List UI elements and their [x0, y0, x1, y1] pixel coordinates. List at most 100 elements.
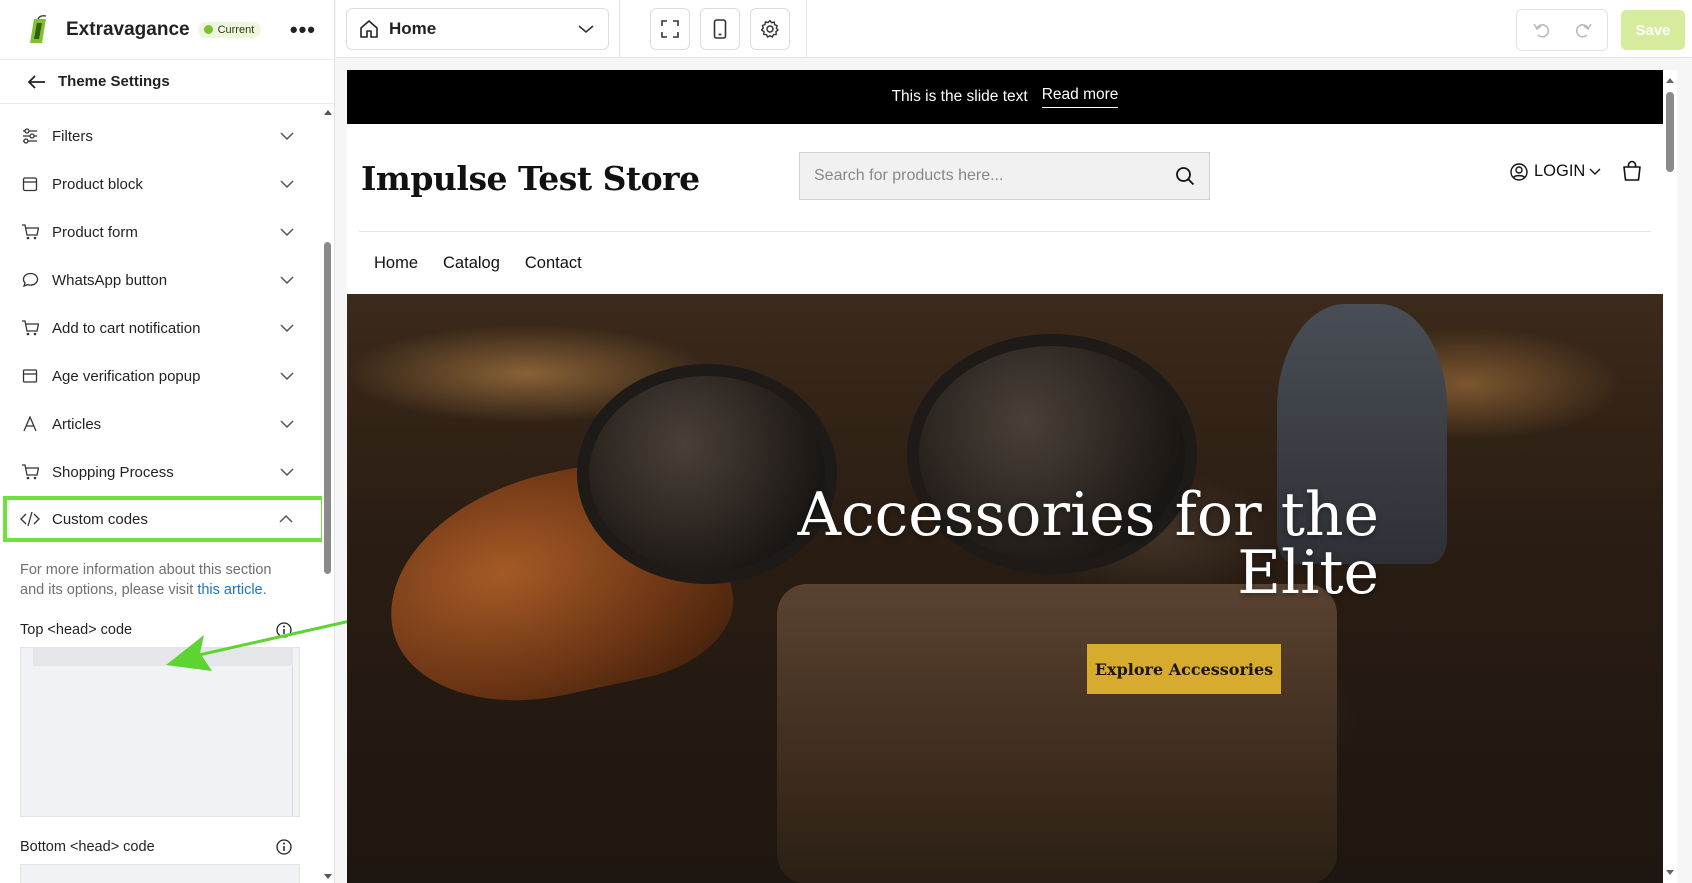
toolbar-divider: [619, 0, 620, 58]
redo-icon: [1575, 23, 1592, 38]
redo-button[interactable]: [1564, 10, 1602, 50]
nav-link-home[interactable]: Home: [374, 254, 418, 273]
status-dot: [203, 25, 213, 34]
chevron-down-icon: [280, 324, 294, 333]
chevron-down-icon: [578, 24, 594, 33]
search-icon[interactable]: [1175, 166, 1195, 186]
nav-link-contact[interactable]: Contact: [525, 254, 582, 273]
code-icon: [20, 509, 40, 529]
chevron-down-icon: [280, 468, 294, 477]
save-button[interactable]: Save: [1621, 10, 1685, 50]
info-icon[interactable]: [276, 622, 292, 638]
settings-scroll-area: Filters Product block Product form Whats…: [0, 104, 322, 883]
cart-icon: [20, 222, 40, 242]
mobile-icon: [713, 18, 727, 39]
sliders-icon: [20, 126, 40, 146]
section-info-end: .: [262, 582, 267, 598]
brand-header: Extravagance Current •••: [0, 0, 334, 60]
top-head-code-label: Top <head> code: [0, 600, 322, 638]
scrollbar-thumb[interactable]: [1666, 92, 1674, 172]
scroll-down-arrow-icon[interactable]: [1666, 870, 1674, 875]
store-logo-title[interactable]: Impulse Test Store: [361, 159, 700, 198]
theme-settings-sidebar: Extravagance Current ••• Theme Settings …: [0, 0, 335, 883]
page-select-dropdown[interactable]: Home: [346, 7, 609, 50]
back-label: Theme Settings: [58, 73, 170, 90]
undo-redo-group: [1516, 9, 1608, 51]
menu-item-label: Add to cart notification: [52, 319, 201, 337]
preview-scrollbar[interactable]: [1663, 70, 1677, 883]
cart-icon: [20, 462, 40, 482]
announcement-text: This is the slide text: [891, 88, 1028, 105]
scroll-up-arrow-icon[interactable]: [1666, 78, 1674, 83]
home-icon: [360, 19, 378, 38]
scroll-up-arrow-icon[interactable]: [324, 110, 332, 115]
bottom-head-code-label: Bottom <head> code: [0, 817, 322, 855]
undo-icon: [1532, 23, 1549, 38]
chevron-down-icon: [280, 276, 294, 285]
chevron-down-icon: [280, 132, 294, 141]
menu-item-custom-codes[interactable]: Custom codes: [3, 496, 322, 542]
undo-button[interactable]: [1523, 10, 1561, 50]
chevron-down-icon: [280, 372, 294, 381]
menu-item-whatsapp-button[interactable]: WhatsApp button: [0, 256, 322, 304]
editor-scroll-edge: [292, 666, 293, 816]
menu-item-label: Product form: [52, 223, 138, 241]
menu-item-articles[interactable]: Articles: [0, 400, 322, 448]
hero-banner: Accessories for the Elite Explore Access…: [347, 294, 1663, 883]
info-icon[interactable]: [276, 839, 292, 855]
login-label: LOGIN: [1534, 162, 1586, 180]
arrow-left-icon: [28, 74, 45, 89]
menu-item-age-verification-popup[interactable]: Age verification popup: [0, 352, 322, 400]
hero-title-line-1: Accessories for the: [797, 480, 1379, 550]
current-badge: Current: [197, 21, 262, 38]
more-menu-button[interactable]: •••: [290, 18, 316, 40]
login-menu[interactable]: LOGIN: [1510, 162, 1601, 181]
sidebar-scrollbar[interactable]: [321, 104, 334, 883]
window-icon: [20, 366, 40, 386]
announcement-bar: This is the slide text Read more: [347, 70, 1663, 124]
shopping-bag-icon[interactable]: [1622, 160, 1642, 182]
chevron-down-icon: [280, 420, 294, 429]
hero-image-leather-box: [777, 584, 1337, 883]
menu-item-label: Age verification popup: [52, 367, 201, 385]
menu-item-label: Product block: [52, 175, 143, 193]
top-head-code-label-text: Top <head> code: [20, 622, 133, 638]
top-head-code-editor[interactable]: [20, 647, 300, 817]
nav-link-catalog[interactable]: Catalog: [443, 254, 500, 273]
scrollbar-thumb[interactable]: [324, 242, 331, 574]
menu-item-product-block[interactable]: Product block: [0, 160, 322, 208]
menu-item-shopping-process[interactable]: Shopping Process: [0, 448, 322, 496]
menu-item-add-to-cart-notification[interactable]: Add to cart notification: [0, 304, 322, 352]
menu-item-label: Filters: [52, 127, 93, 145]
menu-item-label: Custom codes: [52, 510, 148, 528]
mobile-preview-button[interactable]: [700, 7, 740, 50]
font-icon: [20, 414, 40, 434]
editor-toolbar: Home Save: [336, 0, 1692, 58]
back-to-theme-settings[interactable]: Theme Settings: [0, 60, 334, 104]
theme-name: Extravagance: [66, 18, 190, 40]
article-link[interactable]: this article: [197, 582, 262, 598]
fullscreen-button[interactable]: [650, 7, 690, 50]
page-select-label: Home: [389, 18, 437, 38]
hero-title-line-2: Elite: [1237, 538, 1379, 608]
cart-icon: [20, 318, 40, 338]
search-placeholder: Search for products here...: [814, 167, 1004, 184]
scroll-down-arrow-icon[interactable]: [324, 874, 332, 879]
announcement-read-more-link[interactable]: Read more: [1041, 86, 1119, 108]
user-circle-icon: [1510, 162, 1528, 181]
store-preview: This is the slide text Read more Impulse…: [347, 70, 1663, 883]
chat-bubble-icon: [20, 270, 40, 290]
bottom-head-code-editor[interactable]: [20, 864, 300, 883]
menu-item-filters[interactable]: Filters: [0, 112, 322, 160]
header-divider: [359, 231, 1651, 232]
settings-button[interactable]: [750, 7, 790, 50]
explore-accessories-button[interactable]: Explore Accessories: [1087, 644, 1281, 694]
menu-item-label: Articles: [52, 415, 102, 433]
chevron-down-icon: [280, 180, 294, 189]
store-search-input[interactable]: Search for products here...: [799, 152, 1210, 200]
chevron-down-icon: [1589, 168, 1601, 175]
chevron-up-icon: [279, 514, 293, 523]
menu-item-product-form[interactable]: Product form: [0, 208, 322, 256]
toolbar-divider: [806, 0, 807, 58]
hero-title: Accessories for the Elite: [797, 480, 1379, 608]
